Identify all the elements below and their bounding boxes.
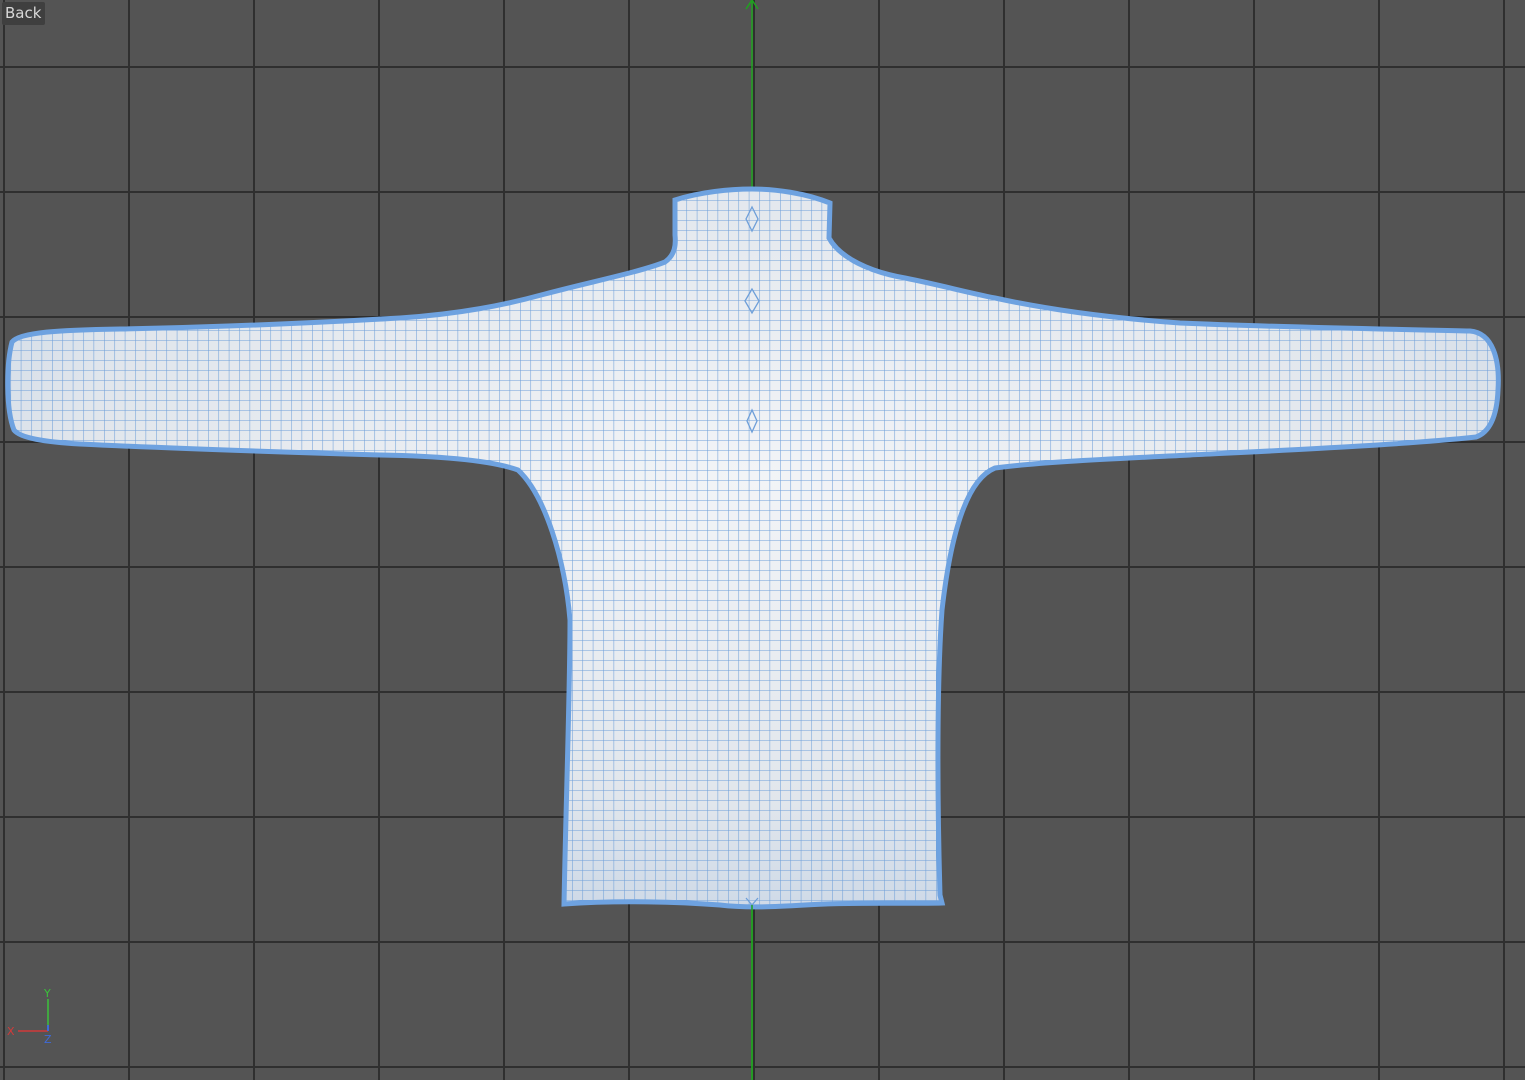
- sweater-wireframe: [7, 189, 1499, 907]
- axis-gizmo: Y X Z: [7, 987, 52, 1045]
- gizmo-x-label: X: [7, 1025, 15, 1038]
- 3d-viewport[interactable]: Back Y X Z: [0, 0, 1525, 1080]
- viewport-scene[interactable]: [0, 0, 1525, 1080]
- view-name-label[interactable]: Back: [2, 2, 46, 25]
- gizmo-y-label: Y: [43, 987, 51, 1000]
- sweater-mesh-model[interactable]: [0, 0, 1525, 1080]
- gizmo-z-label: Z: [44, 1033, 52, 1045]
